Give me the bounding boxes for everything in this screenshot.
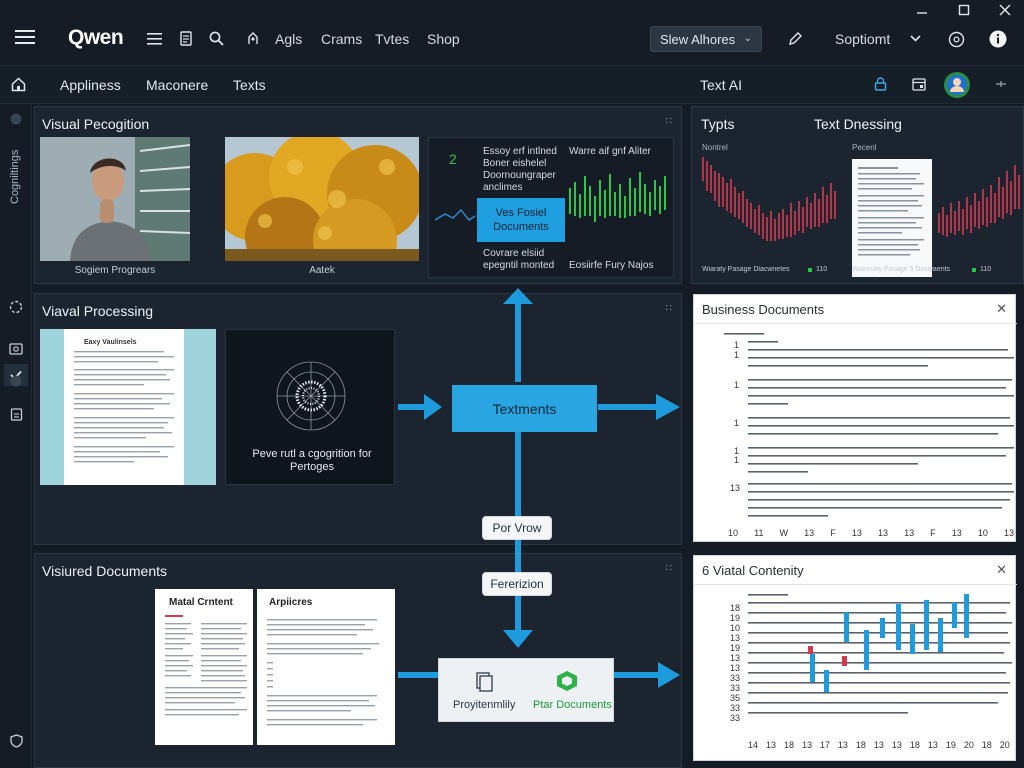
flow-center-box[interactable]: Textments	[452, 385, 597, 432]
footer-num: 13	[837, 740, 848, 750]
footer-num: 18	[909, 740, 920, 750]
output-right-label: Ptar Documents	[533, 699, 612, 711]
line-number: 1	[734, 455, 740, 465]
footer-num: 14	[748, 740, 759, 750]
line-number: 35	[730, 693, 741, 703]
output-left-label: Proyitenmlily	[453, 699, 516, 711]
footer-num: 13	[904, 528, 915, 538]
footer-num: 13	[927, 740, 938, 750]
panel-business-documents: Business Documents ✕ 1 1 1 1 1 1 13 10 1…	[693, 294, 1017, 542]
footer-num: 13	[801, 740, 812, 750]
line-number: 13	[730, 483, 741, 493]
footer-num: 20	[963, 740, 974, 750]
panel-title: 6 Viatal Contenity	[702, 563, 804, 578]
panel-visual-content: 6 Viatal Contenity ✕ 18 19 10 13 19 13 1…	[693, 555, 1017, 761]
footer-num: 20	[999, 740, 1010, 750]
footer-num: 13	[951, 528, 962, 538]
divider	[694, 323, 1017, 324]
file-stack-icon	[473, 671, 495, 698]
line-number: 1	[734, 418, 740, 428]
line-number: 33	[730, 673, 741, 683]
close-icon[interactable]: ✕	[996, 301, 1007, 317]
footer-numbers: 10 11 W 13 F 13 13 13 F 13 10 13	[728, 528, 1014, 538]
visual-content-lines	[748, 594, 1012, 714]
footer-num: 13	[851, 528, 862, 538]
flow-pill-2[interactable]: Fererizion	[482, 572, 552, 596]
footer-num: 13	[877, 528, 888, 538]
footer-num: W	[779, 528, 789, 538]
line-number: 33	[730, 703, 741, 713]
footer-num: 17	[819, 740, 830, 750]
flow-output-box[interactable]: Proyitenmlily Ptar Documents	[438, 658, 614, 722]
visual-content-line-numbers: 18 19 10 13 19 13 13 33 33 35 33 33	[730, 603, 750, 723]
footer-num: 13	[765, 740, 776, 750]
flow-pill-1[interactable]: Por Vrow	[482, 516, 552, 540]
line-number: 33	[730, 713, 741, 723]
footer-num: 13	[891, 740, 902, 750]
line-number: 13	[730, 653, 741, 663]
line-number: 33	[730, 683, 741, 693]
line-number: 10	[730, 623, 741, 633]
footer-num: 19	[945, 740, 956, 750]
footer-num: 13	[804, 528, 815, 538]
divider	[694, 584, 1017, 585]
line-number: 1	[734, 380, 740, 390]
footer-num: 13	[873, 740, 884, 750]
footer-num: 18	[981, 740, 992, 750]
footer-num: F	[930, 528, 936, 538]
close-icon[interactable]: ✕	[996, 562, 1007, 578]
footer-numbers: 14 13 18 13 17 13 18 13 13 18 13 19 20 1…	[748, 740, 1010, 750]
footer-num: 13	[1003, 528, 1014, 538]
footer-num: 10	[728, 528, 739, 538]
line-number: 18	[730, 603, 741, 613]
line-number: 1	[734, 350, 740, 360]
footer-num: 11	[754, 528, 764, 538]
line-number: 13	[730, 633, 741, 643]
footer-num: 18	[855, 740, 866, 750]
line-number: 1	[734, 340, 740, 350]
line-number: 19	[730, 613, 741, 623]
footer-num: 18	[783, 740, 794, 750]
footer-num: F	[830, 528, 836, 538]
footer-num: 10	[977, 528, 988, 538]
business-doc-lines	[724, 333, 1014, 517]
green-cube-icon	[555, 669, 579, 698]
line-number: 19	[730, 643, 741, 653]
line-number: 13	[730, 663, 741, 673]
panel-title: Business Documents	[702, 302, 825, 317]
